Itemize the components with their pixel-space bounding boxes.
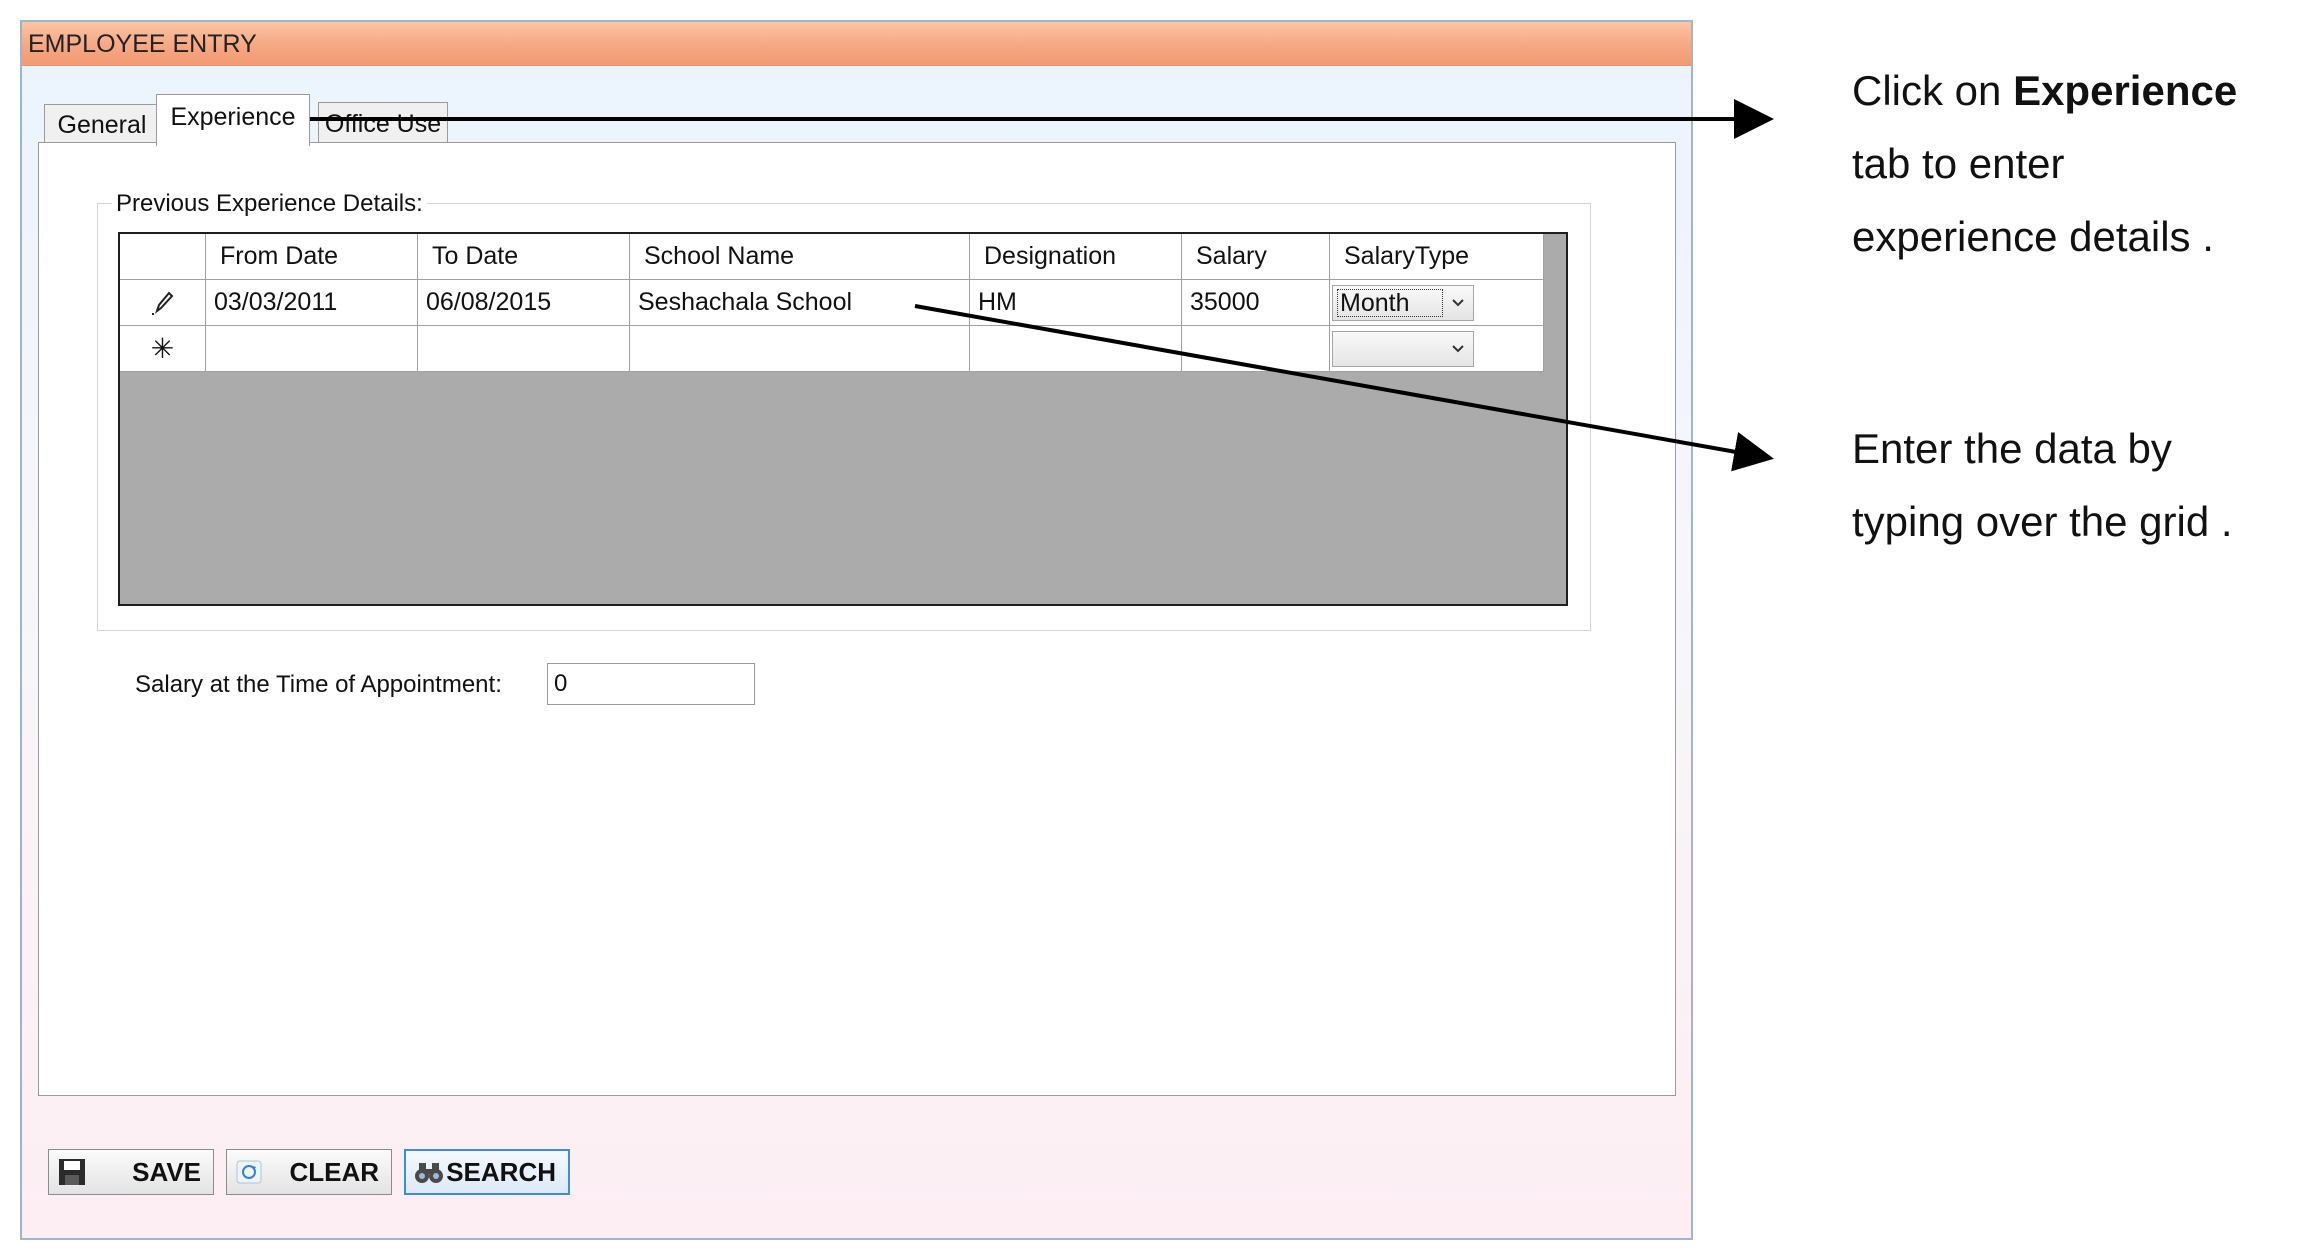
new-row: ✳ xyxy=(120,326,1544,372)
recycle-icon xyxy=(236,1160,262,1184)
experience-tab-panel: Previous Experience Details: From Date T… xyxy=(38,142,1676,1096)
column-header-from-date[interactable]: From Date xyxy=(206,234,418,280)
grid-annotation-line-2: typing over the grid . xyxy=(1852,498,2233,545)
tab-general[interactable]: General xyxy=(44,104,160,144)
grid-annotation: Enter the data by typing over the grid . xyxy=(1852,412,2292,558)
new-salary-type-value xyxy=(1337,335,1443,363)
chevron-down-icon xyxy=(1452,344,1464,352)
salary-type-value: Month xyxy=(1337,288,1443,317)
salary-appointment-label: Salary at the Time of Appointment: xyxy=(135,671,502,698)
new-cell-salary[interactable] xyxy=(1182,326,1330,372)
experience-grid[interactable]: From Date To Date School Name Designatio… xyxy=(118,232,1568,606)
table-row: 03/03/2011 06/08/2015 Seshachala School … xyxy=(120,280,1544,326)
annotation-bold: Experience xyxy=(2013,67,2238,114)
cell-salary[interactable]: 35000 xyxy=(1182,280,1330,326)
salary-type-dropdown[interactable]: Month xyxy=(1332,284,1474,321)
cell-school-name[interactable]: Seshachala School xyxy=(630,280,970,326)
column-header-school-name[interactable]: School Name xyxy=(630,234,970,280)
cell-to-date[interactable]: 06/08/2015 xyxy=(418,280,630,326)
column-header-to-date[interactable]: To Date xyxy=(418,234,630,280)
clear-label: CLEAR xyxy=(289,1156,379,1187)
pencil-icon[interactable] xyxy=(120,280,206,326)
column-header-salary[interactable]: Salary xyxy=(1182,234,1330,280)
employee-entry-window: EMPLOYEE ENTRY General Experience Office… xyxy=(20,20,1693,1240)
cell-salary-type: Month xyxy=(1330,280,1544,326)
search-label: SEARCH xyxy=(446,1156,556,1187)
previous-experience-group: Previous Experience Details: From Date T… xyxy=(97,190,1591,631)
save-button[interactable]: SAVE xyxy=(48,1149,214,1195)
annotation-line-1: Click on Experience xyxy=(1852,54,2292,127)
asterisk-icon[interactable]: ✳ xyxy=(120,326,206,372)
new-cell-salary-type xyxy=(1330,326,1544,372)
save-label: SAVE xyxy=(132,1156,201,1187)
search-button[interactable]: SEARCH xyxy=(404,1149,570,1195)
row-header-corner xyxy=(120,234,206,280)
grid-header-row: From Date To Date School Name Designatio… xyxy=(120,234,1544,280)
annotation-line-2: tab to enter xyxy=(1852,140,2065,187)
annotation-prefix: Click on xyxy=(1852,67,2014,114)
new-cell-designation[interactable] xyxy=(970,326,1182,372)
cell-designation[interactable]: HM xyxy=(970,280,1182,326)
column-header-designation[interactable]: Designation xyxy=(970,234,1182,280)
new-cell-from-date[interactable] xyxy=(206,326,418,372)
new-cell-school-name[interactable] xyxy=(630,326,970,372)
annotation-line-3: experience details . xyxy=(1852,213,2214,260)
clear-button[interactable]: CLEAR xyxy=(226,1149,392,1195)
column-header-salary-type[interactable]: SalaryType xyxy=(1330,234,1544,280)
tab-experience[interactable]: Experience xyxy=(156,94,310,146)
group-title: Previous Experience Details: xyxy=(112,190,427,218)
new-cell-to-date[interactable] xyxy=(418,326,630,372)
binoculars-icon xyxy=(415,1163,443,1183)
title-bar: EMPLOYEE ENTRY xyxy=(22,22,1691,66)
experience-tab-annotation: Click on Experience tab to enter experie… xyxy=(1852,54,2292,273)
tab-office-use[interactable]: Office Use xyxy=(318,102,448,144)
grid-annotation-line-1: Enter the data by xyxy=(1852,425,2172,472)
chevron-down-icon xyxy=(1452,298,1464,306)
salary-appointment-input[interactable]: 0 xyxy=(547,663,755,705)
floppy-disk-icon xyxy=(59,1159,85,1185)
new-salary-type-dropdown[interactable] xyxy=(1332,330,1474,367)
window-title: EMPLOYEE ENTRY xyxy=(28,30,257,58)
cell-from-date[interactable]: 03/03/2011 xyxy=(206,280,418,326)
